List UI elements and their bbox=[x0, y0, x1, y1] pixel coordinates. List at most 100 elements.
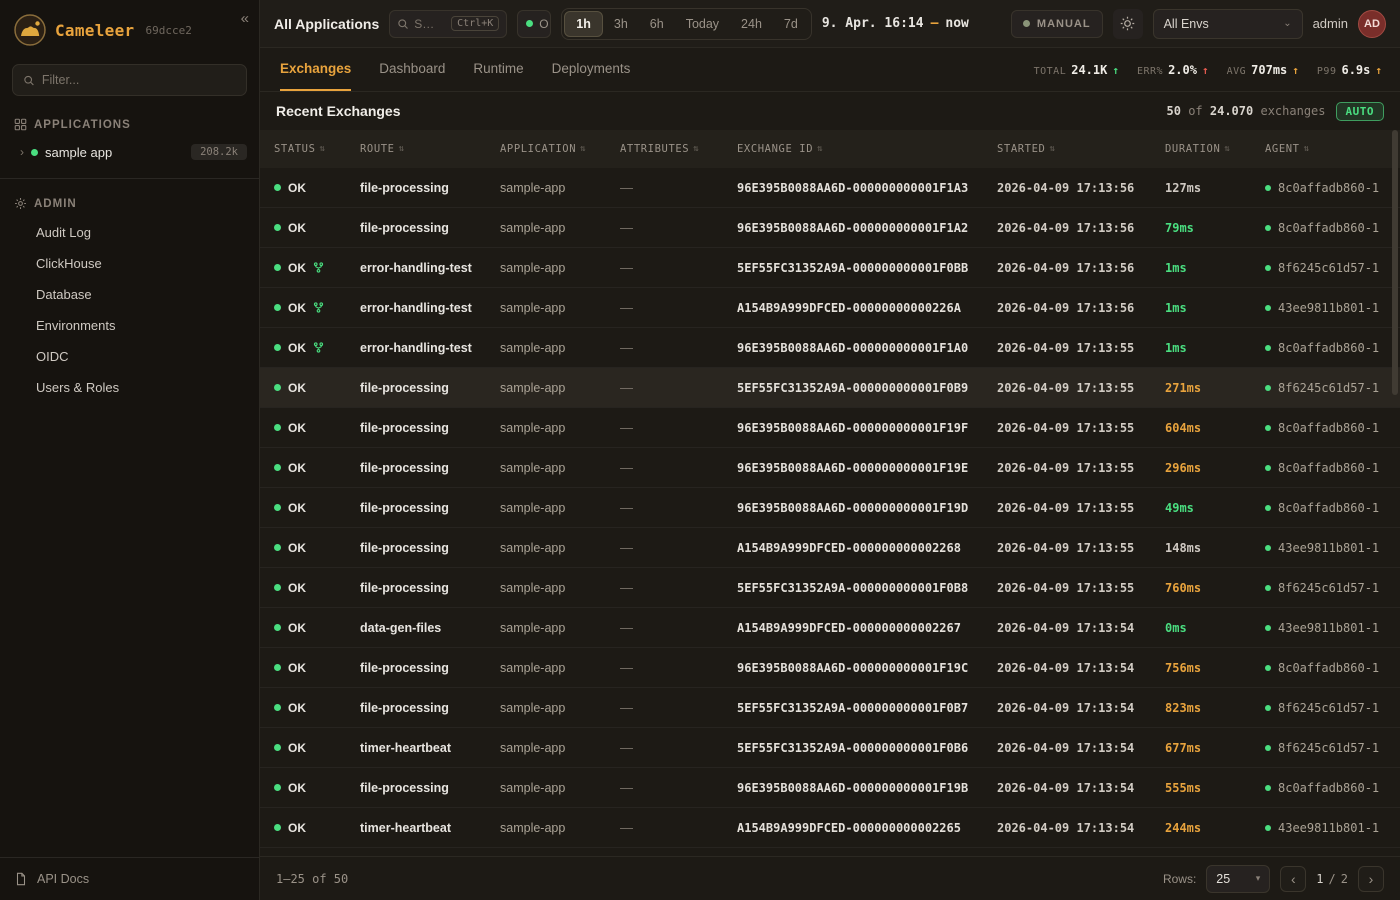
time-range-button[interactable]: 3h bbox=[603, 11, 639, 37]
route-cell: file-processing bbox=[360, 461, 500, 475]
table-row[interactable]: OK file-processing sample-app — 96E395B0… bbox=[260, 448, 1400, 488]
previous-page-button[interactable]: ‹ bbox=[1280, 866, 1306, 892]
time-range-button[interactable]: 1h bbox=[564, 11, 603, 37]
exchange-id-cell: 96E395B0088AA6D-000000000001F19F bbox=[737, 421, 997, 435]
tab[interactable]: Runtime bbox=[473, 48, 523, 91]
date-to: now bbox=[945, 16, 968, 31]
auto-refresh-badge[interactable]: AUTO bbox=[1336, 102, 1385, 121]
table-row[interactable]: OK error-handling-test sample-app — 96E3… bbox=[260, 328, 1400, 368]
tabs-container: Exchanges Dashboard Runtime Deployments bbox=[266, 48, 644, 91]
table-row[interactable]: OK timer-heartbeat sample-app — A154B9A9… bbox=[260, 808, 1400, 848]
agent-dot bbox=[1265, 625, 1271, 631]
global-search[interactable]: S… Ctrl+K bbox=[389, 10, 507, 38]
started-cell: 2026-04-09 17:13:56 bbox=[997, 261, 1165, 275]
tabs-row: Exchanges Dashboard Runtime Deployments … bbox=[260, 48, 1400, 92]
column-header[interactable]: EXCHANGE ID⇅ bbox=[737, 143, 997, 155]
column-header[interactable]: AGENT⇅ bbox=[1265, 143, 1386, 155]
count-total: 24.070 bbox=[1210, 104, 1253, 118]
user-name: admin bbox=[1313, 16, 1348, 31]
sort-icon: ⇅ bbox=[580, 144, 586, 154]
agent-dot bbox=[1265, 265, 1271, 271]
duration-cell: 1ms bbox=[1165, 261, 1265, 275]
column-header[interactable]: ATTRIBUTES⇅ bbox=[620, 143, 737, 155]
sidebar-collapse-icon[interactable]: « bbox=[241, 10, 249, 27]
status-cell: OK bbox=[274, 221, 360, 235]
agent-cell: 8f6245c61d57-1 bbox=[1265, 581, 1386, 595]
time-range-button[interactable]: Today bbox=[675, 11, 730, 37]
sun-icon bbox=[1120, 16, 1135, 31]
status-ok-dot bbox=[274, 584, 281, 591]
exchange-id-cell: 96E395B0088AA6D-000000000001F1A3 bbox=[737, 181, 997, 195]
environments-dropdown[interactable]: All Envs ⌄ bbox=[1153, 9, 1303, 39]
attributes-cell: — bbox=[620, 380, 737, 395]
table-row[interactable]: OK data-gen-files sample-app — A154B9A99… bbox=[260, 608, 1400, 648]
live-indicator[interactable]: O bbox=[517, 10, 551, 38]
started-cell: 2026-04-09 17:13:55 bbox=[997, 581, 1165, 595]
table-row[interactable]: OK file-processing sample-app — 5EF55FC3… bbox=[260, 688, 1400, 728]
agent-cell: 8c0affadb860-1 bbox=[1265, 781, 1386, 795]
table-row[interactable]: OK file-processing sample-app — 5EF55FC3… bbox=[260, 368, 1400, 408]
manual-refresh-button[interactable]: MANUAL bbox=[1011, 10, 1103, 38]
table-row[interactable]: OK file-processing sample-app — 96E395B0… bbox=[260, 648, 1400, 688]
sidebar-admin-item[interactable]: Audit Log bbox=[0, 217, 259, 248]
tab[interactable]: Deployments bbox=[552, 48, 631, 91]
sidebar-filter[interactable] bbox=[12, 64, 247, 96]
exchange-id-cell: A154B9A999DFCED-00000000000226A bbox=[737, 301, 997, 315]
column-header[interactable]: STARTED⇅ bbox=[997, 143, 1165, 155]
column-header[interactable]: STATUS⇅ bbox=[274, 143, 360, 155]
status-cell: OK bbox=[274, 501, 360, 515]
sidebar-admin-item[interactable]: ClickHouse bbox=[0, 248, 259, 279]
table-row[interactable]: OK error-handling-test sample-app — A154… bbox=[260, 288, 1400, 328]
table-row[interactable]: OK file-processing sample-app — A154B9A9… bbox=[260, 528, 1400, 568]
application-cell: sample-app bbox=[500, 781, 620, 795]
sidebar-item-sample-app[interactable]: › sample app 208.2k bbox=[0, 138, 259, 166]
rows-per-page-select[interactable]: 25 ▾ bbox=[1206, 865, 1270, 893]
vertical-scrollbar[interactable] bbox=[1392, 130, 1398, 395]
sidebar-admin-item[interactable]: Database bbox=[0, 279, 259, 310]
table-row[interactable]: OK file-processing sample-app — 96E395B0… bbox=[260, 488, 1400, 528]
column-header[interactable]: DURATION⇅ bbox=[1165, 143, 1265, 155]
date-range[interactable]: 9. Apr. 16:14 — now bbox=[822, 16, 969, 31]
agent-dot bbox=[1265, 825, 1271, 831]
api-docs-link[interactable]: API Docs bbox=[0, 857, 259, 900]
column-header[interactable]: APPLICATION⇅ bbox=[500, 143, 620, 155]
attributes-cell: — bbox=[620, 740, 737, 755]
status-ok-dot bbox=[274, 664, 281, 671]
started-cell: 2026-04-09 17:13:55 bbox=[997, 501, 1165, 515]
tab[interactable]: Exchanges bbox=[280, 48, 351, 91]
count-shown: 50 bbox=[1167, 104, 1181, 118]
time-range-button[interactable]: 6h bbox=[639, 11, 675, 37]
pagination-range: 1–25 of 50 bbox=[276, 872, 348, 886]
attributes-cell: — bbox=[620, 660, 737, 675]
sidebar-admin-item[interactable]: OIDC bbox=[0, 341, 259, 372]
time-range-button[interactable]: 24h bbox=[730, 11, 773, 37]
sidebar-header: Cameleer 69dcce2 « bbox=[0, 0, 259, 58]
tab[interactable]: Dashboard bbox=[379, 48, 445, 91]
started-cell: 2026-04-09 17:13:54 bbox=[997, 621, 1165, 635]
chevron-down-icon: ⌄ bbox=[1283, 18, 1291, 29]
table-row[interactable]: OK timer-heartbeat sample-app — 5EF55FC3… bbox=[260, 728, 1400, 768]
table-row[interactable]: OK file-processing sample-app — 5EF55FC3… bbox=[260, 568, 1400, 608]
sidebar-admin-item[interactable]: Environments bbox=[0, 310, 259, 341]
table-row[interactable]: OK file-processing sample-app — 96E395B0… bbox=[260, 408, 1400, 448]
duration-cell: 1ms bbox=[1165, 341, 1265, 355]
theme-toggle-button[interactable] bbox=[1113, 9, 1143, 39]
time-range-button[interactable]: 7d bbox=[773, 11, 809, 37]
next-page-button[interactable]: › bbox=[1358, 866, 1384, 892]
started-cell: 2026-04-09 17:13:55 bbox=[997, 461, 1165, 475]
search-icon bbox=[397, 18, 409, 30]
avatar[interactable]: AD bbox=[1358, 10, 1386, 38]
table-row[interactable]: OK file-processing sample-app — 96E395B0… bbox=[260, 208, 1400, 248]
filter-input[interactable] bbox=[42, 73, 236, 87]
table-row[interactable]: OK error-handling-test sample-app — 5EF5… bbox=[260, 248, 1400, 288]
column-header[interactable]: ROUTE⇅ bbox=[360, 143, 500, 155]
chevron-right-icon[interactable]: › bbox=[20, 145, 24, 159]
table-row[interactable]: OK file-processing sample-app — 96E395B0… bbox=[260, 768, 1400, 808]
sort-icon: ⇅ bbox=[399, 144, 405, 154]
trend-up-icon: ↑ bbox=[1202, 64, 1209, 77]
agent-dot bbox=[1265, 705, 1271, 711]
table-row[interactable]: OK file-processing sample-app — 96E395B0… bbox=[260, 168, 1400, 208]
gear-icon bbox=[14, 197, 27, 210]
sidebar-admin-item[interactable]: Users & Roles bbox=[0, 372, 259, 403]
application-cell: sample-app bbox=[500, 301, 620, 315]
